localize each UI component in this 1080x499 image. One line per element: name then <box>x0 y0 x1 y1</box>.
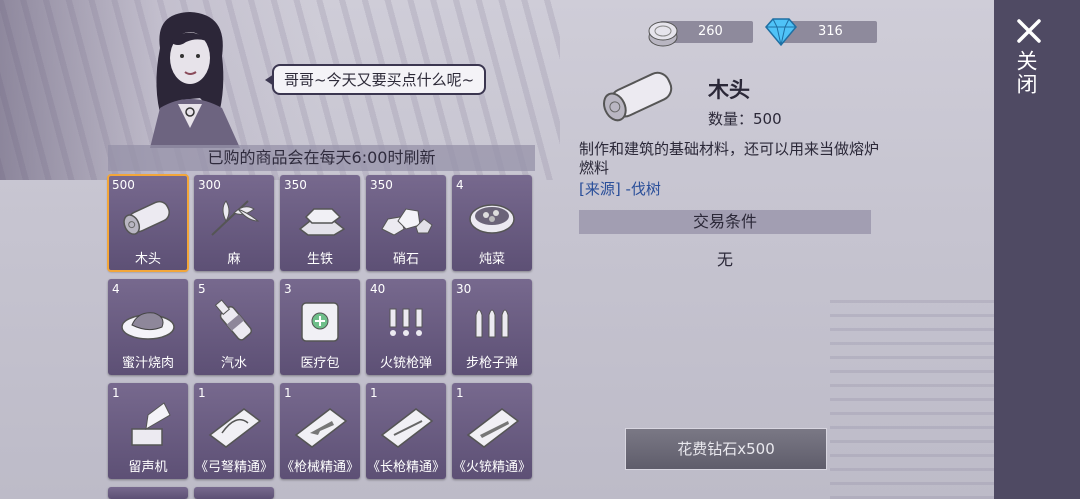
shop-item-spear-book[interactable]: 1 《长枪精通》 <box>366 383 446 479</box>
shop-item-bow-book[interactable]: 1 《弓弩精通》 <box>194 383 274 479</box>
shop-item-rifle-ammo[interactable]: 30 步枪子弹 <box>452 279 532 375</box>
diamond-icon <box>765 18 797 47</box>
item-name: 医疗包 <box>300 356 340 371</box>
shop-item-hemp[interactable]: 300 麻 <box>194 175 274 271</box>
item-qty: 5 <box>198 282 206 296</box>
item-name: 留声机 <box>128 460 168 475</box>
item-qty: 1 <box>284 386 292 400</box>
item-name: 木头 <box>134 252 161 267</box>
shop-item-partial[interactable] <box>194 487 274 499</box>
item-name: 汽水 <box>220 356 247 371</box>
buy-with-diamonds-button[interactable]: 花费钻石x500 <box>625 428 827 470</box>
item-name: 《长枪精通》 <box>366 460 445 475</box>
wood-log-icon <box>123 200 170 235</box>
shop-item-saltpeter[interactable]: 350 硝石 <box>366 175 446 271</box>
shop-item-gramophone[interactable]: 1 留声机 <box>108 383 188 479</box>
item-qty: 4 <box>456 178 464 192</box>
shop-item-iron[interactable]: 350 生铁 <box>280 175 360 271</box>
gun-book-icon <box>294 408 348 448</box>
coin-amount: 260 <box>698 24 723 39</box>
wood-log-icon <box>603 71 673 122</box>
item-name: 《枪械精通》 <box>280 460 359 475</box>
item-name: 麻 <box>227 252 241 267</box>
gramophone-icon <box>131 402 171 446</box>
soda-bottle-icon <box>214 299 253 341</box>
shop-item-musket-book[interactable]: 1 《火铳精通》 <box>452 383 532 479</box>
item-qty: 1 <box>198 386 206 400</box>
item-name: 步枪子弹 <box>465 356 518 371</box>
item-qty: 1 <box>370 386 378 400</box>
spear-book-icon <box>380 408 434 448</box>
medkit-icon <box>301 302 339 342</box>
close-label[interactable]: 关闭 <box>1014 50 1041 96</box>
diamond-amount: 316 <box>818 24 843 39</box>
musket-book-icon <box>466 408 520 448</box>
refresh-notice: 已购的商品会在每天6:00时刷新 <box>108 145 535 171</box>
close-icon[interactable] <box>1016 18 1042 44</box>
item-qty: 4 <box>112 282 120 296</box>
item-qty: 3 <box>284 282 292 296</box>
item-detail-title: 木头 <box>708 78 750 102</box>
shop-item-partial[interactable] <box>108 487 188 499</box>
bow-book-icon <box>208 408 262 448</box>
item-name: 生铁 <box>306 252 333 267</box>
item-qty: 350 <box>370 178 393 192</box>
npc-character-portrait <box>150 12 240 148</box>
item-qty: 500 <box>112 178 135 192</box>
item-name: 蜜汁烧肉 <box>121 356 174 371</box>
item-name: 火铳枪弹 <box>379 356 432 371</box>
trade-conditions-header: 交易条件 <box>579 210 871 234</box>
shop-item-soda[interactable]: 5 汽水 <box>194 279 274 375</box>
item-name: 《弓弩精通》 <box>194 460 273 475</box>
roast-meat-plate-icon <box>121 312 175 340</box>
item-detail-quantity: 数量：500 <box>708 110 782 128</box>
item-qty: 1 <box>456 386 464 400</box>
item-name: 《火铳精通》 <box>452 460 531 475</box>
trade-conditions-value: 无 <box>716 250 733 269</box>
item-detail-description: 制作和建筑的基础材料，还可以用来当做熔炉燃料 <box>579 140 880 177</box>
stew-pot-icon <box>469 204 515 234</box>
item-qty: 300 <box>198 178 221 192</box>
shop-item-musket-ammo[interactable]: 40 火铳枪弹 <box>366 279 446 375</box>
background-building-art <box>830 300 995 499</box>
hemp-plant-icon <box>211 200 260 236</box>
item-name: 硝石 <box>392 252 419 267</box>
item-qty: 350 <box>284 178 307 192</box>
rifle-ammo-icon <box>475 309 509 338</box>
shop-item-medkit[interactable]: 3 医疗包 <box>280 279 360 375</box>
item-qty: 40 <box>370 282 386 296</box>
shop-item-gun-book[interactable]: 1 《枪械精通》 <box>280 383 360 479</box>
item-name: 炖菜 <box>478 252 505 267</box>
iron-ingot-icon <box>298 208 346 236</box>
item-detail-source: [来源] -伐树 <box>579 178 661 199</box>
item-qty: 30 <box>456 282 472 296</box>
saltpeter-rocks-icon <box>381 208 433 236</box>
musket-ammo-icon <box>389 308 423 336</box>
source-value: -伐树 <box>625 180 661 198</box>
item-qty: 1 <box>112 386 120 400</box>
coin-icon <box>648 21 678 47</box>
shop-item-wood[interactable]: 500 木头 <box>107 174 189 272</box>
shop-item-stew[interactable]: 4 炖菜 <box>452 175 532 271</box>
source-tag: [来源] <box>579 180 621 198</box>
npc-speech-bubble: 哥哥~今天又要买点什么呢~ <box>264 64 487 95</box>
shop-item-roast-meat[interactable]: 4 蜜汁烧肉 <box>108 279 188 375</box>
